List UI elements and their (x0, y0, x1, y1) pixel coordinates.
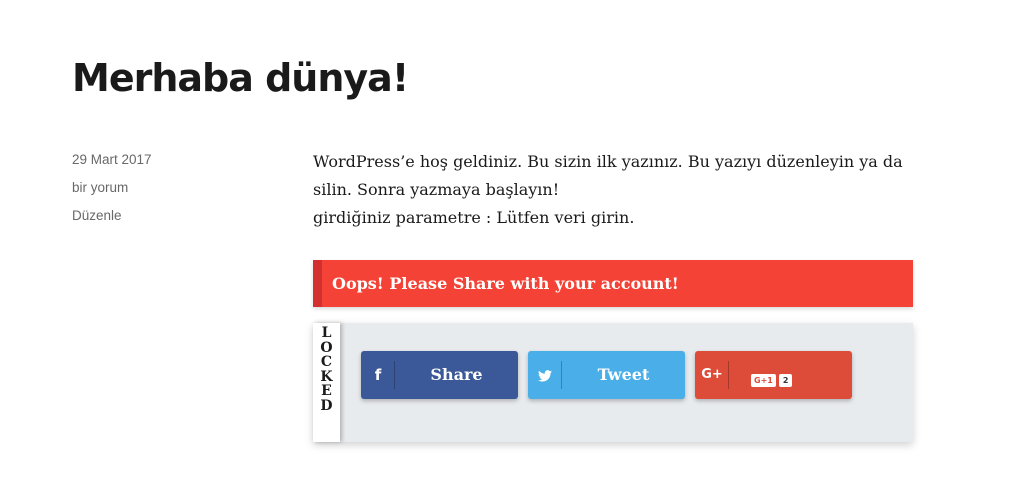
locked-letter: K (320, 368, 333, 385)
post-content: WordPress’e hoş geldiniz. Bu sizin ilk y… (313, 148, 913, 232)
facebook-share-button[interactable]: f Share (361, 351, 518, 399)
post-title: Merhaba dünya! (72, 56, 409, 100)
share-alert: Oops! Please Share with your account! (313, 260, 913, 307)
locked-label: L O C K E D (313, 323, 340, 442)
content-paragraph: WordPress’e hoş geldiniz. Bu sizin ilk y… (313, 152, 903, 199)
google-plus-icon: G+ (701, 367, 723, 382)
twitter-tweet-label: Tweet (597, 365, 650, 384)
twitter-tweet-button[interactable]: Tweet (528, 351, 685, 399)
google-plus-one-widget[interactable]: G+1 2 (751, 373, 793, 387)
locked-letter: L (321, 325, 332, 341)
google-plus-count: 2 (778, 373, 793, 387)
locked-letter: E (321, 383, 332, 399)
comments-link[interactable]: bir yorum (72, 180, 128, 195)
locked-letter: O (320, 339, 333, 356)
content-paragraph: girdiğiniz parametre : Lütfen veri girin… (313, 208, 635, 227)
google-plus-one-badge: G+1 (751, 373, 776, 387)
social-locker: L O C K E D f Share Tweet G+ G+1 2 (313, 323, 913, 442)
post-meta: 29 Mart 2017 bir yorum Düzenle (72, 150, 272, 234)
facebook-icon: f (374, 366, 382, 384)
locked-letter: C (320, 354, 333, 370)
post-date[interactable]: 29 Mart 2017 (72, 150, 272, 178)
locked-letter: D (320, 397, 333, 414)
edit-link[interactable]: Düzenle (72, 208, 122, 223)
facebook-share-label: Share (430, 365, 483, 384)
button-divider (728, 361, 729, 389)
google-plus-button[interactable]: G+ G+1 2 (695, 351, 852, 399)
twitter-icon (528, 351, 562, 399)
